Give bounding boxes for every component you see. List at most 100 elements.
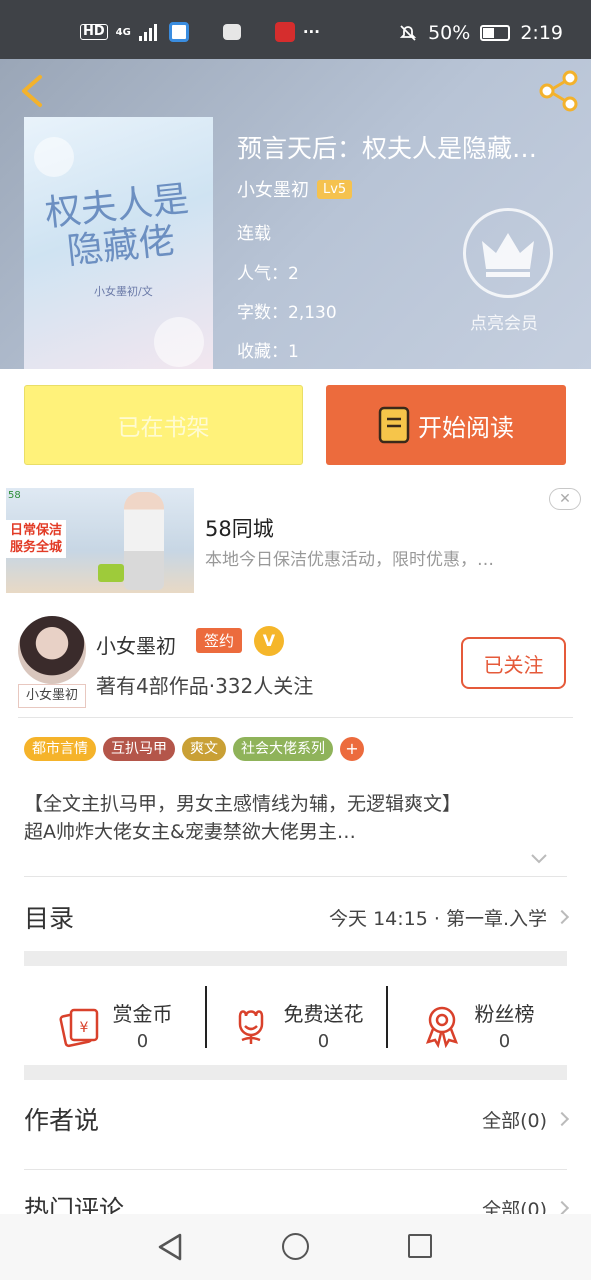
nav-home-icon[interactable]: [282, 1233, 309, 1260]
author-says-label: 作者说: [24, 1106, 100, 1135]
status-bar: HD 4G ··· 50% 2:19: [0, 0, 591, 59]
stat-value: 0: [498, 1031, 511, 1052]
popularity-value: 2: [288, 264, 299, 284]
divider: [24, 876, 567, 877]
stat-fans[interactable]: 粉丝榜 0: [386, 982, 567, 1068]
section-gap: [24, 951, 567, 966]
stat-label: 赏金币: [112, 1002, 173, 1026]
intro-line: 【全文主扒马甲，男女主感情线为辅，无逻辑爽文】: [24, 793, 462, 815]
app-notification-icon: [222, 24, 241, 40]
cover-decoration: [154, 317, 204, 367]
svg-text:¥: ¥: [79, 1020, 88, 1036]
tag-list: 都市言情 互扒马甲 爽文 社会大佬系列 +: [24, 737, 364, 761]
chevron-right-icon: [554, 909, 570, 925]
ad-badge: 日常保洁 服务全城: [6, 520, 67, 558]
author-says-count: 全部(0): [482, 1109, 547, 1132]
book-popularity: 人气：2: [237, 259, 299, 284]
battery-percent: 50%: [428, 22, 471, 44]
cover-decoration: [34, 137, 74, 177]
book-favorites: 收藏：1: [237, 337, 299, 362]
reward-stats: ¥ 赏金币 0 免费送花 0 粉丝榜 0: [24, 982, 567, 1068]
stat-flowers[interactable]: 免费送花 0: [205, 982, 386, 1068]
book-author-row: 小女墨初 Lv5: [237, 176, 353, 202]
nav-back-icon[interactable]: [156, 1232, 184, 1262]
add-tag-icon[interactable]: +: [340, 737, 364, 761]
ad-badge-line1: 日常保洁: [10, 523, 63, 538]
words-label: 字数：: [237, 303, 288, 323]
book-intro[interactable]: 【全文主扒马甲，男女主感情线为辅，无逻辑爽文】 超A帅炸大佬女主&宠妻禁欲大佬男…: [24, 790, 569, 846]
ad-image[interactable]: 58 日常保洁 服务全城: [6, 488, 194, 593]
tag-item[interactable]: 都市言情: [24, 737, 96, 761]
stat-text: 免费送花 0: [284, 998, 364, 1052]
book-cover[interactable]: 权夫人是隐藏佬 小女墨初/文: [24, 117, 213, 369]
level-badge: Lv5: [317, 179, 353, 199]
stat-text: 粉丝榜 0: [475, 998, 535, 1052]
chevron-right-icon: [554, 1200, 570, 1216]
author-says-all: 全部(0): [482, 1106, 570, 1133]
ad-bucket: [98, 564, 124, 582]
cover-author: 小女墨初/文: [94, 285, 153, 298]
divider: [24, 1169, 567, 1170]
vip-crown-button[interactable]: [463, 208, 553, 298]
catalog-row[interactable]: 目录 今天 14:15 · 第一章.入学: [24, 892, 570, 942]
stat-value: 0: [136, 1031, 149, 1052]
book-word-count: 字数：2,130: [237, 298, 337, 323]
catalog-label: 目录: [24, 904, 75, 933]
signed-badge: 签约: [196, 628, 243, 653]
book-status: 连载: [237, 224, 271, 244]
system-nav-bar: [0, 1214, 591, 1280]
author-name[interactable]: 小女墨初: [96, 630, 176, 659]
tag-item[interactable]: 社会大佬系列: [233, 737, 333, 761]
book-author[interactable]: 小女墨初: [237, 176, 309, 202]
stat-label: 粉丝榜: [474, 1002, 535, 1026]
on-shelf-button[interactable]: 已在书架: [24, 385, 303, 465]
app-notification-icon: [274, 22, 295, 42]
status-right: 50% 2:19: [398, 22, 563, 44]
favorites-label: 收藏：: [237, 342, 288, 362]
ad-banner[interactable]: 58 日常保洁 服务全城 58同城 本地今日保洁优惠活动，限时优惠，… ✕: [0, 481, 591, 606]
stat-value: 0: [317, 1031, 330, 1052]
expand-chevron-icon[interactable]: [530, 852, 548, 866]
tag-item[interactable]: 爽文: [182, 737, 226, 761]
more-notifications-icon: ···: [302, 23, 320, 41]
ad-badge-line2: 服务全城: [10, 540, 63, 555]
red-envelope-icon: ¥: [58, 1008, 98, 1048]
battery-icon: [480, 25, 511, 41]
intro-line: 超A帅炸大佬女主&宠妻禁欲大佬男主…: [24, 821, 356, 843]
stat-coins[interactable]: ¥ 赏金币 0: [24, 982, 205, 1068]
divider: [18, 717, 573, 718]
start-reading-label: 开始阅读: [418, 413, 514, 442]
book-title: 预言天后：权夫人是隐藏…: [237, 134, 538, 163]
ad-corner-logo: 58: [8, 490, 21, 501]
status-left: HD 4G ···: [80, 22, 320, 42]
start-reading-button[interactable]: 开始阅读: [326, 385, 566, 465]
ad-title[interactable]: 58同城: [205, 513, 274, 543]
cover-title: 权夫人是隐藏佬: [43, 178, 191, 273]
words-value: 2,130: [288, 303, 337, 323]
nav-recents-icon[interactable]: [408, 1234, 432, 1258]
followed-button[interactable]: 已关注: [461, 637, 566, 689]
vip-label[interactable]: 点亮会员: [470, 309, 538, 334]
bell-muted-icon: [399, 25, 417, 41]
share-icon[interactable]: [537, 69, 581, 113]
signal-icon: [138, 23, 157, 41]
avatar-tag: 小女墨初: [18, 684, 86, 708]
tag-item[interactable]: 互扒马甲: [103, 737, 175, 761]
crown-icon: [482, 233, 534, 277]
popularity-label: 人气：: [237, 264, 288, 284]
medal-icon: [425, 1006, 458, 1048]
author-says-row[interactable]: 作者说 全部(0): [24, 1094, 570, 1144]
ad-description[interactable]: 本地今日保洁优惠活动，限时优惠，…: [205, 545, 494, 570]
network-label: 4G: [115, 26, 131, 38]
ad-close-button[interactable]: ✕: [549, 488, 581, 510]
back-arrow-icon[interactable]: [14, 71, 54, 111]
hd-icon: HD: [80, 24, 108, 40]
verified-icon: V: [254, 626, 284, 656]
favorites-value: 1: [288, 342, 299, 362]
clock: 2:19: [520, 22, 563, 44]
action-bar: 已在书架 开始阅读: [0, 369, 591, 481]
book-icon: [378, 406, 410, 444]
avatar[interactable]: [18, 616, 86, 684]
ad-figure: [124, 492, 164, 590]
author-stats: 著有4部作品·332人关注: [96, 674, 314, 698]
